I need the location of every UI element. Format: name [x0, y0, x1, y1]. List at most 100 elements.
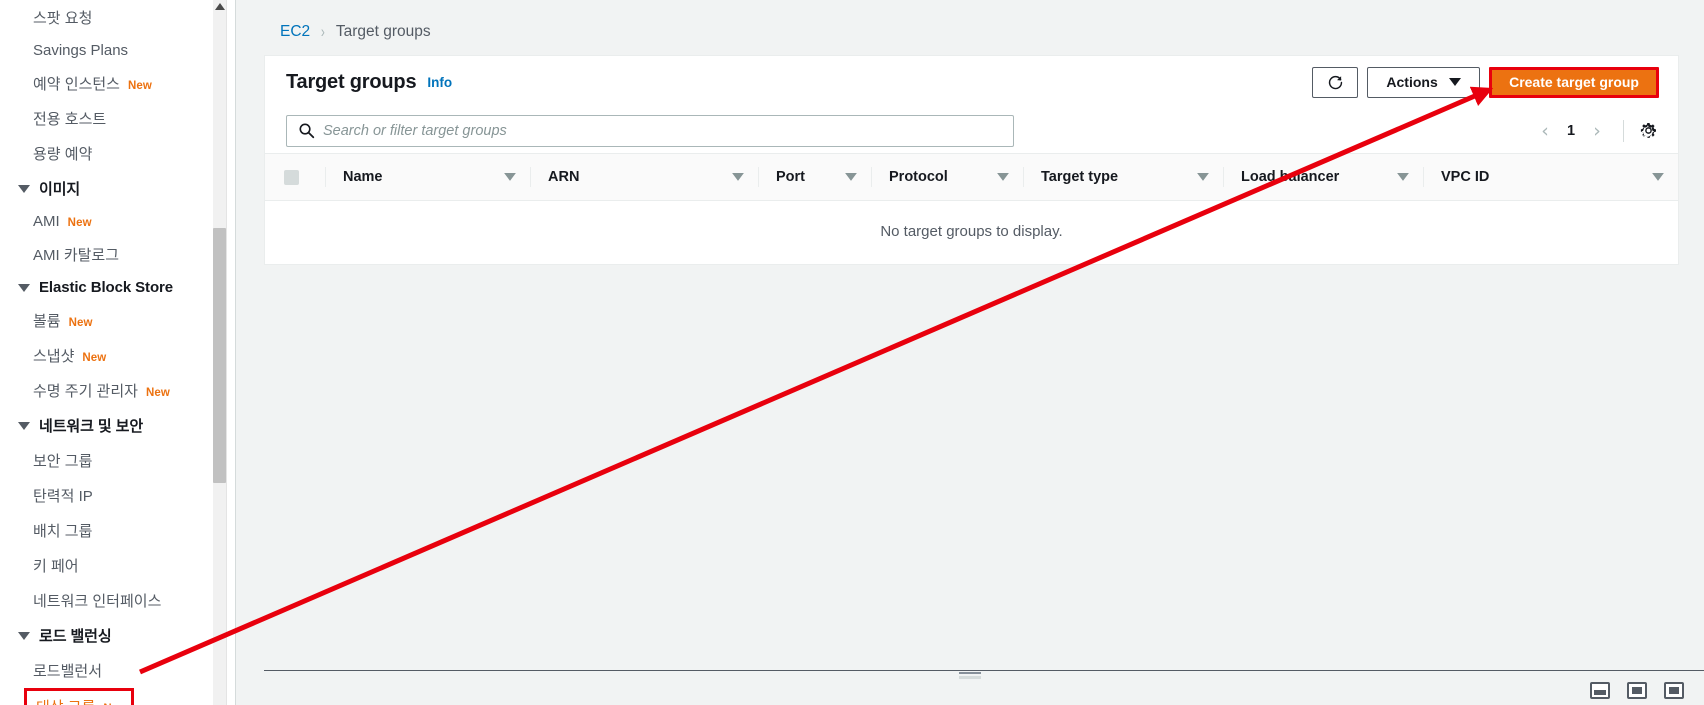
sort-icon[interactable]: [845, 173, 857, 181]
sort-icon[interactable]: [732, 173, 744, 181]
drag-handle-icon[interactable]: [959, 672, 981, 679]
breadcrumb-ec2-link[interactable]: EC2: [280, 23, 310, 41]
gear-icon[interactable]: [1637, 120, 1659, 142]
sidebar-item-3[interactable]: 전용 호스트: [0, 101, 235, 136]
sidebar-scrollbar-thumb[interactable]: [213, 228, 226, 483]
new-badge: New: [67, 217, 92, 229]
column-header-arn[interactable]: ARN: [530, 153, 758, 201]
sidebar-item-10[interactable]: 스냅샷 New: [0, 338, 235, 373]
sidebar-item-20[interactable]: 대상 그룹New: [24, 688, 134, 705]
chevron-right-icon[interactable]: ›: [1580, 115, 1614, 147]
target-groups-panel: Target groups Info Actions Create target…: [264, 55, 1679, 265]
sidebar-item-label: 스팟 요청: [33, 10, 93, 27]
sidebar-group-5[interactable]: 이미지: [0, 171, 235, 206]
sidebar-item-label: 배치 그룹: [33, 523, 93, 540]
create-target-group-button[interactable]: Create target group: [1489, 66, 1659, 98]
panel-layout-controls: [1590, 682, 1684, 699]
sidebar-group-18[interactable]: 로드 밸런싱: [0, 618, 235, 653]
sidebar-scroll-area[interactable]: 스팟 요청 Savings Plans 예약 인스턴스 New 전용 호스트용량 예약이…: [0, 0, 235, 705]
sidebar-group-label: 이미지: [39, 181, 81, 198]
refresh-button[interactable]: [1312, 66, 1359, 98]
sidebar-item-2[interactable]: 예약 인스턴스 New: [0, 66, 235, 101]
ec2-console-window: 스팟 요청 Savings Plans 예약 인스턴스 New 전용 호스트용량 예약이…: [0, 0, 1704, 705]
ec2-sidebar-navigation: 스팟 요청 Savings Plans 예약 인스턴스 New 전용 호스트용량 예약이…: [0, 0, 236, 705]
sort-icon[interactable]: [504, 173, 516, 181]
column-header-protocol[interactable]: Protocol: [871, 153, 1023, 201]
sidebar-group-12[interactable]: 네트워크 및 보안: [0, 408, 235, 443]
column-label: VPC ID: [1441, 169, 1490, 185]
search-input[interactable]: [286, 114, 1014, 147]
column-label: Port: [776, 169, 805, 185]
sidebar-item-7[interactable]: AMI 카탈로그: [0, 237, 235, 272]
sidebar-item-14[interactable]: 탄력적 IP: [0, 478, 235, 513]
sort-icon[interactable]: [1652, 173, 1664, 181]
sidebar-item-label: 대상 그룹: [36, 696, 95, 705]
caret-down-icon: [18, 631, 30, 640]
handle-bar: [959, 676, 981, 679]
panel-header: Target groups Info Actions Create target…: [265, 56, 1678, 108]
current-page-number[interactable]: 1: [1562, 123, 1580, 139]
caret-down-icon: [18, 283, 30, 292]
sidebar-item-17[interactable]: 네트워크 인터페이스: [0, 583, 235, 618]
sidebar-item-13[interactable]: 보안 그룹: [0, 443, 235, 478]
sidebar-item-label: 키 페어: [33, 558, 79, 575]
caret-down-icon: [18, 421, 30, 430]
panel-bottom-icon[interactable]: [1590, 682, 1610, 699]
column-header-port[interactable]: Port: [758, 153, 871, 201]
split-panel-divider: [264, 670, 1704, 671]
new-badge: New: [82, 352, 107, 364]
caret-up-icon[interactable]: [215, 3, 225, 10]
sidebar-item-16[interactable]: 키 페어: [0, 548, 235, 583]
sort-icon[interactable]: [1397, 173, 1409, 181]
sidebar-item-label: AMI 카탈로그: [33, 247, 120, 264]
column-header-target-type[interactable]: Target type: [1023, 153, 1223, 201]
actions-button[interactable]: Actions: [1367, 66, 1481, 98]
empty-message: No target groups to display.: [265, 200, 1678, 264]
breadcrumb-current: Target groups: [335, 23, 431, 40]
sidebar-item-9[interactable]: 볼륨 New: [0, 303, 235, 338]
table-empty-row: No target groups to display.: [265, 200, 1678, 264]
target-groups-table: Name ARN Port Protocol Target type Load …: [265, 153, 1678, 264]
sidebar-group-8[interactable]: Elastic Block Store: [0, 272, 235, 303]
chevron-left-icon[interactable]: ‹: [1528, 115, 1562, 147]
sort-icon[interactable]: [1197, 173, 1209, 181]
breadcrumb: EC2 › Target groups: [236, 0, 1704, 42]
header-actions: Actions Create target group: [1312, 66, 1659, 98]
sidebar-item-19[interactable]: 로드밸런서: [0, 653, 235, 688]
new-badge: New: [145, 387, 170, 399]
handle-bar: [959, 672, 981, 674]
select-all-column: [265, 153, 325, 201]
sidebar-item-label: 네트워크 인터페이스: [33, 593, 162, 610]
sidebar-item-label: 스냅샷: [33, 348, 75, 365]
column-header-load-balancer[interactable]: Load balancer: [1223, 153, 1423, 201]
column-header-vpc-id[interactable]: VPC ID: [1423, 153, 1678, 201]
new-badge: New: [127, 80, 152, 92]
sidebar-item-0[interactable]: 스팟 요청: [0, 0, 235, 35]
sidebar-item-label: 탄력적 IP: [33, 488, 93, 505]
filter-row: ‹ 1 ›: [265, 108, 1678, 153]
panel-full-icon[interactable]: [1664, 682, 1684, 699]
info-link[interactable]: Info: [427, 75, 452, 90]
sidebar-item-label: 용량 예약: [33, 146, 93, 163]
column-label: Protocol: [889, 169, 948, 185]
sidebar-item-4[interactable]: 용량 예약: [0, 136, 235, 171]
sidebar-item-label: AMI: [33, 213, 60, 230]
table-header-row: Name ARN Port Protocol Target type Load …: [265, 153, 1678, 201]
column-label: Load balancer: [1241, 169, 1340, 185]
column-label: Name: [343, 169, 383, 185]
sort-icon[interactable]: [997, 173, 1009, 181]
sidebar-item-label: 전용 호스트: [33, 111, 107, 128]
table-header: Name ARN Port Protocol Target type Load …: [265, 153, 1678, 201]
column-label: ARN: [548, 169, 580, 185]
main-content-area: EC2 › Target groups Target groups Info A…: [236, 0, 1704, 705]
select-all-checkbox[interactable]: [284, 169, 299, 185]
column-header-name[interactable]: Name: [325, 153, 530, 201]
sidebar-group-label: 로드 밸런싱: [39, 628, 112, 645]
chevron-right-icon: ›: [321, 22, 325, 41]
sidebar-item-15[interactable]: 배치 그룹: [0, 513, 235, 548]
sidebar-item-11[interactable]: 수명 주기 관리자 New: [0, 373, 235, 408]
sidebar-item-6[interactable]: AMI New: [0, 206, 235, 237]
panel-center-icon[interactable]: [1627, 682, 1647, 699]
sidebar-item-1[interactable]: Savings Plans: [0, 35, 235, 66]
sidebar-edge: [226, 0, 235, 705]
